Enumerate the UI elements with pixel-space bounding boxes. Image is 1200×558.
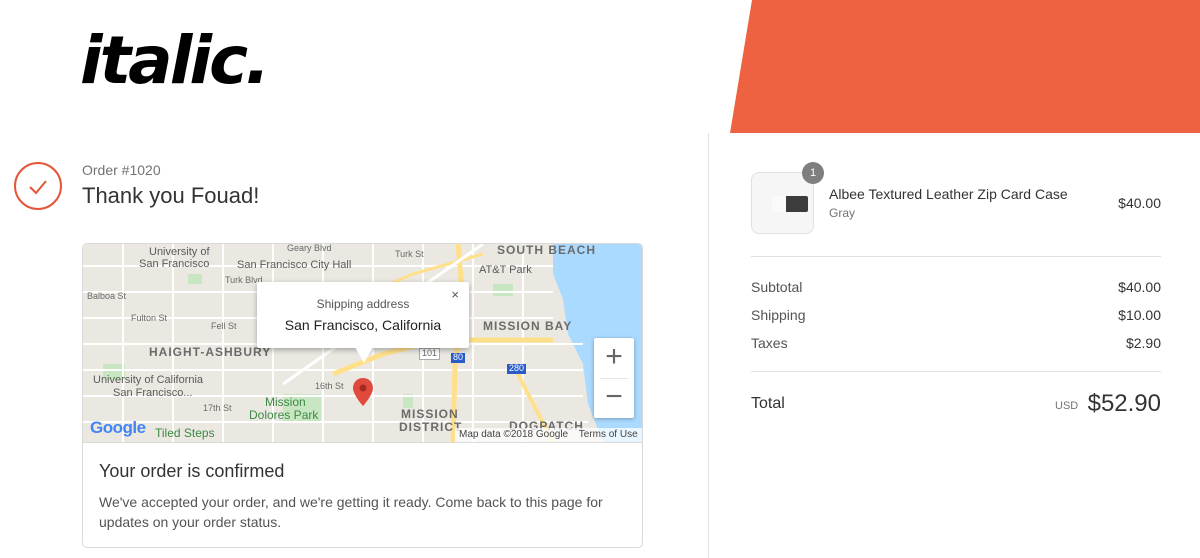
highway-shield: 280 <box>507 363 527 374</box>
italic-logo[interactable]: italic. <box>80 28 270 94</box>
product-price: $40.00 <box>1118 195 1161 211</box>
map-label: Geary Blvd <box>287 244 332 253</box>
google-logo[interactable]: Google <box>90 418 146 438</box>
product-name: Albee Textured Leather Zip Card Case <box>829 186 1068 202</box>
map-label: AT&T Park <box>479 264 532 276</box>
highway-shield: 101 <box>419 348 441 360</box>
card-case-image <box>772 196 808 212</box>
map-label: SOUTH BEACH <box>497 244 597 257</box>
checkmark-icon <box>14 162 62 210</box>
terms-of-use-link[interactable]: Terms of Use <box>579 429 638 440</box>
infowindow-title: Shipping address <box>316 297 410 311</box>
close-icon[interactable]: × <box>451 287 459 302</box>
map-label: Dolores Park <box>249 408 319 422</box>
map-label: San Francisco <box>139 258 210 270</box>
confirmation-title: Your order is confirmed <box>99 461 285 481</box>
map-attribution: Map data ©2018 Google Terms of Use <box>455 428 642 442</box>
map-label: Fulton St <box>131 313 168 323</box>
map-label: 16th St <box>315 381 344 391</box>
map-label: HAIGHT-ASHBURY <box>149 345 272 359</box>
order-status-card: University of San Francisco San Francisc… <box>82 243 643 548</box>
map-label: Turk St <box>395 249 424 259</box>
map-label: University of California <box>93 374 204 386</box>
infowindow-tail <box>355 347 373 363</box>
total-currency: USD <box>1055 400 1079 412</box>
summary-divider <box>751 256 1161 257</box>
order-number: Order #1020 <box>82 162 161 178</box>
map-label: MISSION BAY <box>483 319 573 333</box>
infowindow-address: San Francisco, California <box>284 317 442 333</box>
map-label: San Francisco... <box>113 387 193 399</box>
subtotal-label: Subtotal <box>751 279 803 295</box>
total-value: $52.90 <box>1087 390 1161 417</box>
map-data-text: Map data ©2018 Google <box>459 429 569 440</box>
map-label: 17th St <box>203 403 232 413</box>
map-label: Tiled Steps <box>155 426 215 440</box>
confirmation-message: We've accepted your order, and we're get… <box>99 494 603 530</box>
taxes-label: Taxes <box>751 335 788 351</box>
shipping-label: Shipping <box>751 307 806 323</box>
shipping-address-infowindow: Shipping address San Francisco, Californ… <box>257 282 469 348</box>
zoom-in-button[interactable]: + <box>594 338 634 378</box>
map-label: University of <box>149 246 210 258</box>
zoom-controls: + − <box>594 338 634 418</box>
product-variant: Gray <box>829 206 856 220</box>
summary-divider <box>751 371 1161 372</box>
map-pin-icon[interactable] <box>353 378 373 406</box>
brand-accent-shape <box>730 0 1200 133</box>
thank-you-heading: Thank you Fouad! <box>82 183 260 208</box>
subtotal-value: $40.00 <box>1118 279 1161 295</box>
product-thumbnail <box>751 172 814 234</box>
taxes-value: $2.90 <box>1125 335 1161 351</box>
zoom-out-button[interactable]: − <box>594 378 634 418</box>
quantity-badge: 1 <box>802 162 824 184</box>
map-label: San Francisco City Hall <box>237 259 352 271</box>
confirmation-section: Your order is confirmed We've accepted y… <box>83 442 642 547</box>
total-label: Total <box>751 395 785 412</box>
map-label: Fell St <box>211 321 237 331</box>
map-label: DISTRICT <box>399 420 463 434</box>
map-label: Balboa St <box>87 291 127 301</box>
highway-shield: 80 <box>451 352 466 363</box>
shipping-value: $10.00 <box>1118 307 1161 323</box>
shipping-map[interactable]: University of San Francisco San Francisc… <box>83 244 642 442</box>
column-divider <box>708 133 709 558</box>
